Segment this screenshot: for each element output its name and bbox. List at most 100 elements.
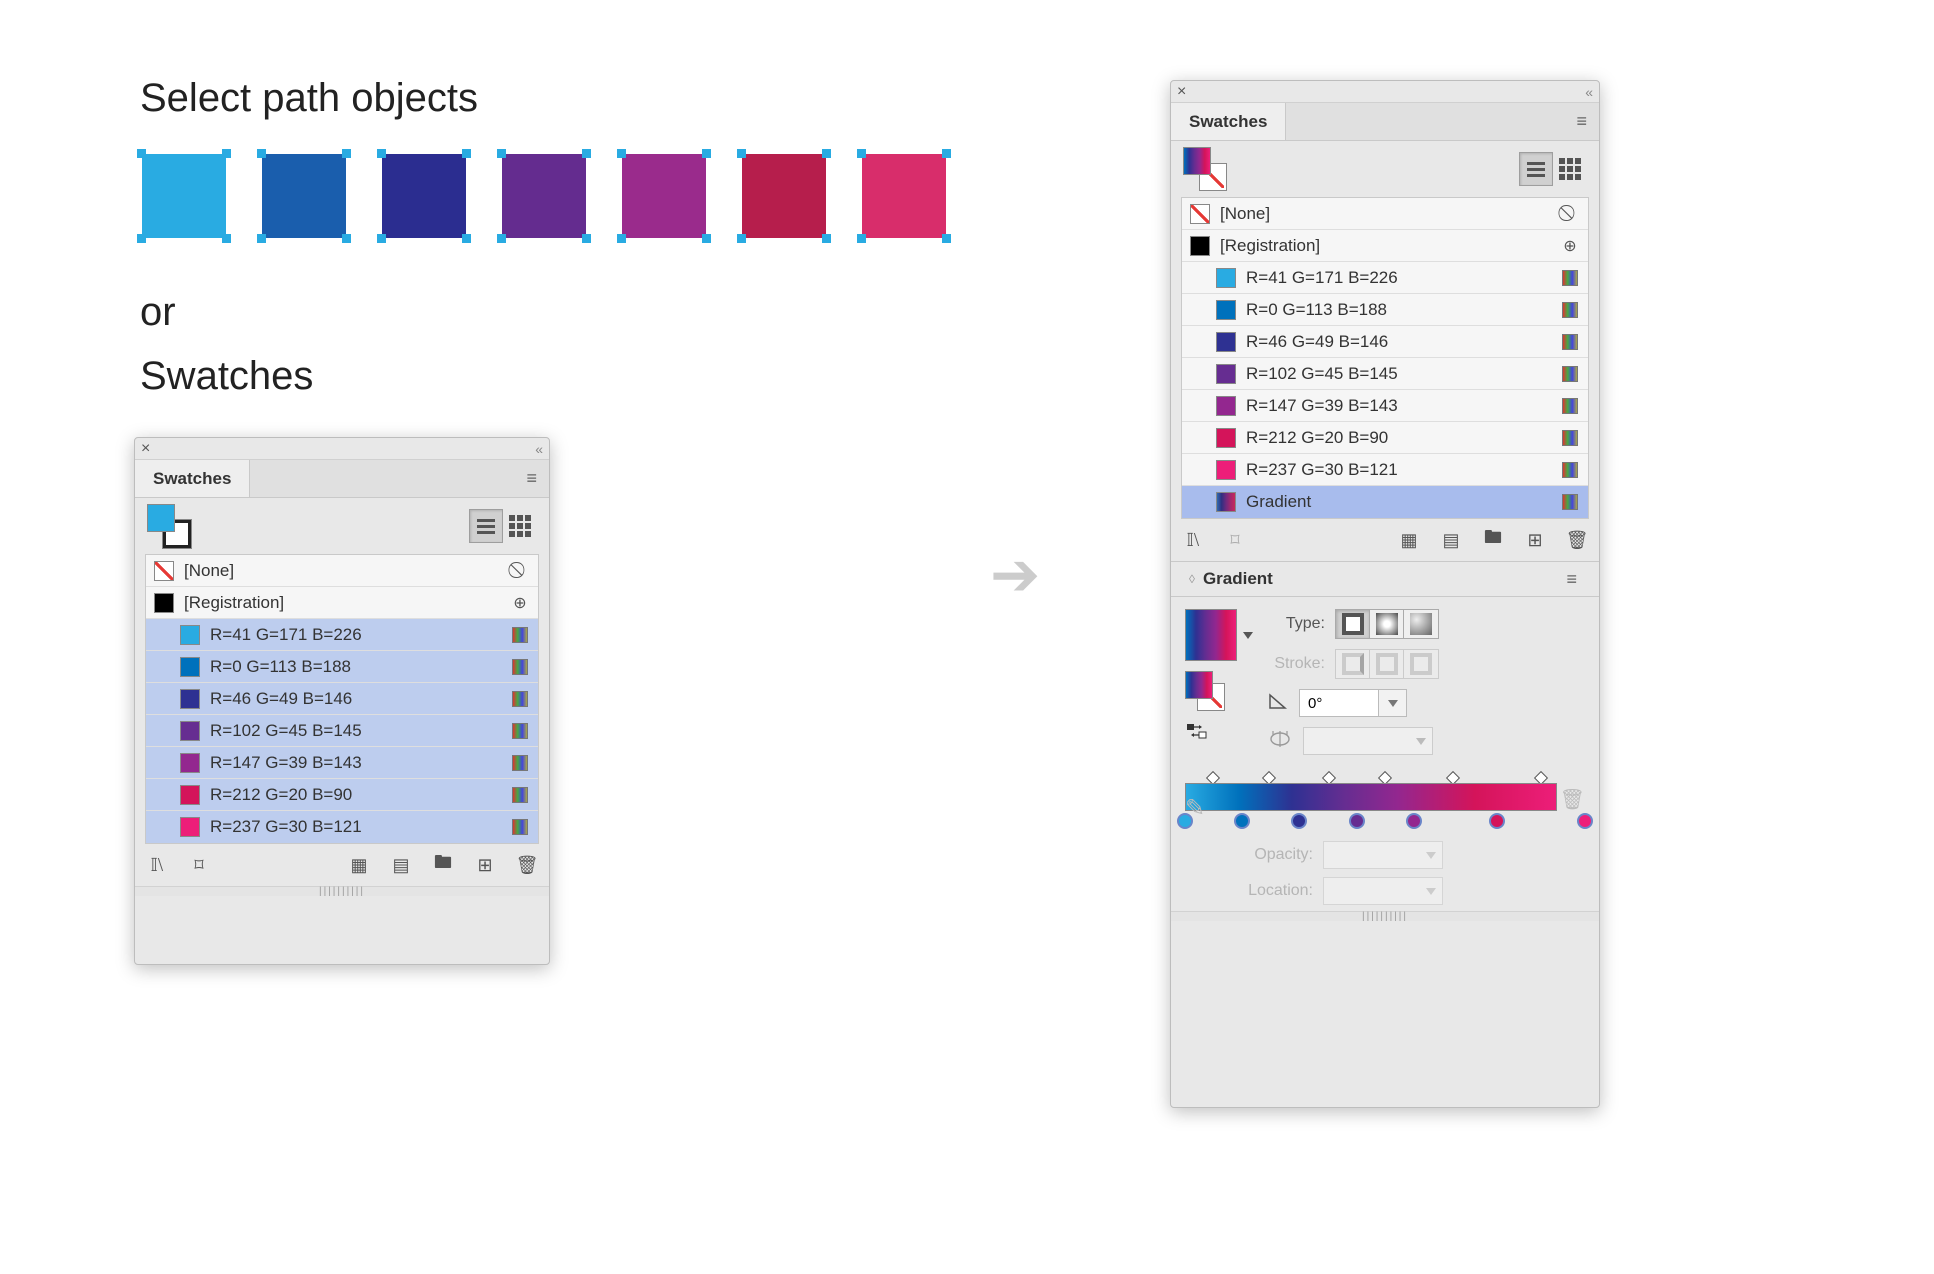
selection-handle[interactable] (377, 149, 386, 158)
new-group-icon[interactable]: ▤ (391, 855, 411, 875)
resize-grip[interactable]: |||||||||| (1171, 911, 1599, 921)
fill-stroke-indicator[interactable] (147, 504, 191, 548)
path-object[interactable] (860, 152, 948, 240)
angle-input[interactable] (1299, 689, 1379, 717)
gradient-stop[interactable] (1349, 813, 1365, 829)
collapse-icon[interactable]: « (1585, 84, 1593, 100)
swatch-row[interactable]: R=212 G=20 B=90 (146, 779, 538, 811)
swatch-row[interactable]: R=237 G=30 B=121 (146, 811, 538, 843)
selection-handle[interactable] (137, 234, 146, 243)
selection-handle[interactable] (342, 234, 351, 243)
selection-handle[interactable] (822, 149, 831, 158)
gradient-stop[interactable] (1291, 813, 1307, 829)
freeform-gradient-button[interactable] (1404, 610, 1438, 638)
panel-titlebar[interactable]: × « (135, 438, 549, 460)
trash-icon[interactable]: 🗑 (517, 855, 537, 875)
swatch-row[interactable]: [None]⃠ (1182, 198, 1588, 230)
swatch-row[interactable]: R=0 G=113 B=188 (1182, 294, 1588, 326)
selection-handle[interactable] (857, 234, 866, 243)
swatch-options-icon[interactable]: ▦ (1399, 530, 1419, 550)
library-icon[interactable]: 𝕀⧵ (147, 855, 167, 875)
swatch-row[interactable]: R=0 G=113 B=188 (146, 651, 538, 683)
reverse-gradient-button[interactable] (1185, 721, 1217, 741)
show-swatch-kinds-icon[interactable]: ⌑ (1225, 530, 1245, 550)
library-icon[interactable]: 𝕀⧵ (1183, 530, 1203, 550)
gradient-stop[interactable] (1577, 813, 1593, 829)
stroke-along-button[interactable] (1370, 650, 1404, 678)
gradient-strip[interactable] (1185, 783, 1557, 811)
panel-menu-icon[interactable]: ≡ (1554, 569, 1589, 590)
swatch-row[interactable]: [None]⃠ (146, 555, 538, 587)
gradient-stop[interactable] (1406, 813, 1422, 829)
close-icon[interactable]: × (141, 440, 150, 458)
selection-handle[interactable] (462, 234, 471, 243)
swatch-row[interactable]: R=102 G=45 B=145 (1182, 358, 1588, 390)
view-grid-button[interactable] (1553, 152, 1587, 186)
selection-handle[interactable] (222, 149, 231, 158)
swatch-options-icon[interactable]: ▦ (349, 855, 369, 875)
path-object[interactable] (740, 152, 828, 240)
delete-stop-icon[interactable]: 🗑 (1560, 787, 1585, 812)
swatch-row[interactable]: Gradient (1182, 486, 1588, 518)
swatch-row[interactable]: [Registration]⊕ (146, 587, 538, 619)
trash-icon[interactable]: 🗑 (1567, 530, 1587, 550)
selection-handle[interactable] (377, 234, 386, 243)
path-object[interactable] (380, 152, 468, 240)
aspect-ratio-field[interactable] (1303, 727, 1433, 755)
folder-icon[interactable]: 🖿 (433, 855, 453, 875)
selection-handle[interactable] (582, 234, 591, 243)
selection-handle[interactable] (857, 149, 866, 158)
selection-handle[interactable] (617, 149, 626, 158)
selection-handle[interactable] (702, 149, 711, 158)
selection-handle[interactable] (942, 234, 951, 243)
selection-handle[interactable] (737, 149, 746, 158)
eyedropper-icon[interactable]: ✎ (1185, 794, 1205, 823)
swatch-row[interactable]: R=237 G=30 B=121 (1182, 454, 1588, 486)
selection-handle[interactable] (222, 234, 231, 243)
swatch-row[interactable]: R=147 G=39 B=143 (1182, 390, 1588, 422)
selection-handle[interactable] (737, 234, 746, 243)
selection-handle[interactable] (462, 149, 471, 158)
new-swatch-icon[interactable]: ⊞ (475, 855, 495, 875)
gradient-fill-stroke-indicator[interactable] (1185, 671, 1225, 711)
collapse-icon[interactable]: « (535, 441, 543, 457)
linear-gradient-button[interactable] (1336, 610, 1370, 638)
show-swatch-kinds-icon[interactable]: ⌑ (189, 855, 209, 875)
selection-handle[interactable] (137, 149, 146, 158)
selection-handle[interactable] (942, 149, 951, 158)
stroke-within-button[interactable] (1336, 650, 1370, 678)
view-list-button[interactable] (1519, 152, 1553, 186)
selection-handle[interactable] (342, 149, 351, 158)
swatch-row[interactable]: R=41 G=171 B=226 (146, 619, 538, 651)
resize-grip[interactable]: |||||||||| (135, 886, 549, 896)
panel-menu-icon[interactable]: ≡ (514, 468, 549, 489)
path-object[interactable] (260, 152, 348, 240)
swatch-row[interactable]: [Registration]⊕ (1182, 230, 1588, 262)
swatch-row[interactable]: R=147 G=39 B=143 (146, 747, 538, 779)
swatch-row[interactable]: R=46 G=49 B=146 (146, 683, 538, 715)
selection-handle[interactable] (257, 234, 266, 243)
radial-gradient-button[interactable] (1370, 610, 1404, 638)
view-grid-button[interactable] (503, 509, 537, 543)
panel-menu-icon[interactable]: ≡ (1564, 111, 1599, 132)
gradient-preview[interactable] (1185, 609, 1237, 661)
angle-dropdown-button[interactable] (1379, 689, 1407, 717)
path-object[interactable] (620, 152, 708, 240)
tab-swatches[interactable]: Swatches (135, 460, 250, 497)
new-group-icon[interactable]: ▤ (1441, 530, 1461, 550)
selection-handle[interactable] (617, 234, 626, 243)
path-object[interactable] (500, 152, 588, 240)
panel-titlebar[interactable]: × « (1171, 81, 1599, 103)
selection-handle[interactable] (257, 149, 266, 158)
new-swatch-icon[interactable]: ⊞ (1525, 530, 1545, 550)
swatch-row[interactable]: R=41 G=171 B=226 (1182, 262, 1588, 294)
swatch-row[interactable]: R=46 G=49 B=146 (1182, 326, 1588, 358)
opacity-field[interactable] (1323, 841, 1443, 869)
gradient-stop[interactable] (1489, 813, 1505, 829)
fill-stroke-indicator[interactable] (1183, 147, 1227, 191)
selection-handle[interactable] (497, 234, 506, 243)
gripper-icon[interactable]: ◊ (1181, 572, 1203, 586)
tab-swatches[interactable]: Swatches (1171, 103, 1286, 140)
swatch-row[interactable]: R=212 G=20 B=90 (1182, 422, 1588, 454)
selection-handle[interactable] (582, 149, 591, 158)
